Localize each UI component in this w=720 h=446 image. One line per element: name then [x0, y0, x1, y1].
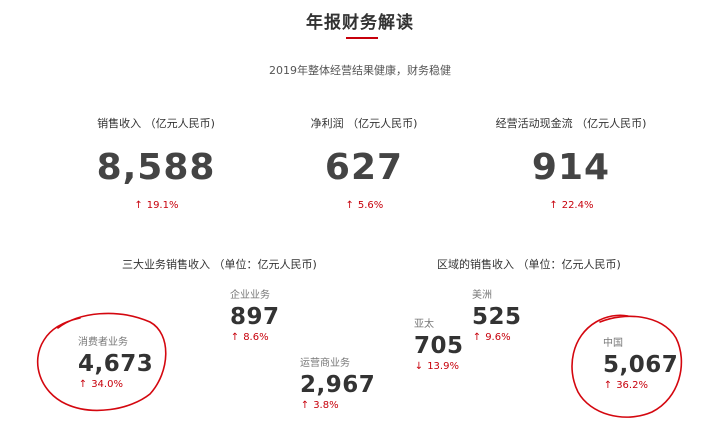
- arrow-up-icon: ↑: [549, 200, 558, 211]
- metric-change: ↑ 34.0%: [78, 379, 123, 390]
- metric-americas: 美洲 525 ↑ 9.6%: [472, 289, 522, 345]
- metric-value: 5,067: [603, 352, 679, 378]
- kpi-change: ↑ 22.4%: [549, 200, 594, 211]
- metric-change: ↑ 9.6%: [472, 332, 511, 343]
- arrow-up-icon: ↑: [134, 200, 143, 211]
- kpi-value: 627: [324, 147, 404, 188]
- metric-value: 897: [230, 304, 280, 330]
- metric-label: 亚太: [414, 319, 434, 330]
- metric-value: 4,673: [78, 351, 154, 377]
- metric-label: 中国: [603, 338, 623, 349]
- metric-consumer: 消费者业务 4,673 ↑ 34.0%: [78, 336, 153, 392]
- kpi-change: ↑ 19.1%: [134, 200, 179, 211]
- metric-carrier: 运营商业务 2,967 ↑ 3.8%: [300, 357, 375, 413]
- kpi-change: ↑ 5.6%: [345, 200, 384, 211]
- arrow-up-icon: ↑: [603, 380, 613, 391]
- arrow-up-icon: ↑: [230, 332, 240, 343]
- metric-change: ↓ 13.9%: [414, 361, 459, 372]
- arrow-down-icon: ↓: [414, 361, 424, 372]
- metric-change: ↑ 36.2%: [603, 380, 648, 391]
- metric-value: 525: [472, 304, 522, 330]
- page-title: 年报财务解读: [306, 13, 414, 33]
- metric-change: ↑ 3.8%: [300, 400, 339, 411]
- metric-asia-pacific: 亚太 705 ↓ 13.9%: [414, 318, 464, 374]
- arrow-up-icon: ↑: [472, 332, 482, 343]
- kpi-label: 销售收入 （亿元人民币): [97, 117, 215, 130]
- business-section-title: 三大业务销售收入 （单位：亿元人民币): [122, 258, 317, 271]
- kpi-value: 914: [531, 147, 611, 188]
- metric-value: 2,967: [300, 372, 376, 398]
- arrow-up-icon: ↑: [345, 200, 354, 211]
- metric-label: 消费者业务: [78, 337, 128, 348]
- region-section-title: 区域的销售收入 （单位：亿元人民币): [437, 258, 621, 271]
- kpi-revenue: 销售收入 （亿元人民币) 8,588 ↑ 19.1%: [36, 116, 276, 211]
- kpi-net-profit: 净利润 （亿元人民币) 627 ↑ 5.6%: [244, 116, 484, 211]
- metric-change: ↑ 8.6%: [230, 332, 269, 343]
- kpi-label: 经营活动现金流 （亿元人民币): [495, 117, 647, 130]
- kpi-label: 净利润 （亿元人民币): [310, 117, 418, 130]
- metric-china: 中国 5,067 ↑ 36.2%: [603, 337, 678, 393]
- metric-enterprise: 企业业务 897 ↑ 8.6%: [230, 289, 280, 345]
- metric-label: 运营商业务: [300, 358, 350, 369]
- metric-label: 企业业务: [230, 290, 270, 301]
- kpi-cash-flow: 经营活动现金流 （亿元人民币) 914 ↑ 22.4%: [451, 116, 691, 211]
- metric-value: 705: [414, 333, 464, 359]
- title-underline: [346, 37, 378, 39]
- metric-label: 美洲: [472, 290, 492, 301]
- arrow-up-icon: ↑: [78, 379, 88, 390]
- arrow-up-icon: ↑: [300, 400, 310, 411]
- page-subtitle: 2019年整体经营结果健康，财务稳健: [269, 64, 451, 77]
- kpi-value: 8,588: [96, 147, 216, 188]
